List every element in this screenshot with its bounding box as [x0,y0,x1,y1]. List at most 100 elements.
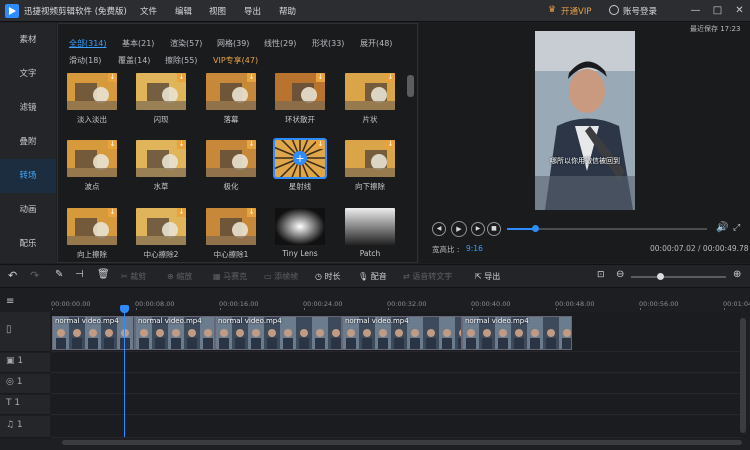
aspect-ratio-value[interactable]: 9:16 [466,244,483,253]
pip-track-header: ▣ 1 [0,353,50,373]
volume-icon[interactable]: 🔊 [716,222,728,233]
download-icon[interactable]: ↓ [177,140,186,149]
transition-thumb-wipe-down[interactable]: ↓ [345,140,395,177]
delete-icon[interactable]: 🗑 [97,269,110,280]
video-clip[interactable]: normal video.mp4 [215,316,342,350]
transition-thumb-fade[interactable]: ↓ [67,73,117,110]
sidebar-item-animation[interactable]: 动画 [0,193,56,227]
download-icon[interactable]: ↓ [316,140,325,149]
video-clip[interactable]: normal video.mp4 [52,316,135,350]
tab-cover[interactable]: 覆盖(14) [118,55,150,66]
transition-thumb-ring[interactable]: ↓ [275,73,325,110]
download-icon[interactable]: ↓ [247,73,256,82]
download-icon[interactable]: ↓ [108,140,117,149]
transition-thumb-center-wipe[interactable]: ↓ [206,208,256,245]
timeline-horizontal-scrollbar[interactable] [62,440,742,445]
video-clip[interactable]: normal video.mp4 [342,316,462,350]
timeline-zoom-slider[interactable] [631,276,726,278]
menu-help[interactable]: 帮助 [279,5,296,17]
vip-button[interactable]: 开通VIP [561,5,591,17]
tab-expand[interactable]: 展开(48) [360,38,392,49]
edit-icon[interactable]: ✎ [55,269,63,280]
speech-to-text-button[interactable]: ⇄ 语音转文字 [403,271,452,282]
split-icon[interactable]: ⊣ [75,269,84,280]
ruler-tick-label: 00:00:16.00 [219,300,259,308]
download-icon[interactable]: ↓ [177,208,186,217]
menu-file[interactable]: 文件 [140,5,157,17]
video-clip[interactable]: normal video.mp4 [462,316,572,350]
add-frame-button[interactable]: ▭ 添帧帧 [264,271,298,282]
overlay-track[interactable] [51,374,741,394]
download-icon[interactable]: ↓ [108,208,117,217]
transition-thumb-shard[interactable]: ↓ [345,73,395,110]
prev-frame-button[interactable]: ◀ [432,222,446,236]
preview-seek-knob[interactable] [532,225,539,232]
panel-scrollbar[interactable] [407,75,414,97]
close-icon[interactable]: ✕ [733,4,746,17]
pip-track[interactable] [51,353,741,373]
tab-render[interactable]: 渲染(57) [170,38,202,49]
tracks-vertical-scrollbar[interactable] [740,318,746,433]
menu-edit[interactable]: 编辑 [175,5,192,17]
transition-thumb-center-wipe[interactable]: ↓ [136,208,186,245]
playhead[interactable] [124,305,125,437]
download-icon[interactable]: ↓ [386,73,395,82]
tab-wipe[interactable]: 擦除(55) [165,55,197,66]
stop-button[interactable]: ■ [487,222,501,236]
video-clip[interactable]: normal video.mp4 [135,316,215,350]
duration-button[interactable]: ◷ 时长 [315,271,341,282]
tab-all[interactable]: 全部(314) [69,38,107,49]
tab-shape[interactable]: 形状(33) [312,38,344,49]
music-track[interactable] [51,416,741,438]
transition-label: 向上擦除 [77,250,107,259]
fit-timeline-icon[interactable]: ⊡ [597,270,605,280]
text-track[interactable] [51,395,741,415]
sidebar-item-text[interactable]: 文字 [0,57,56,91]
transition-thumb-lens[interactable] [275,208,325,245]
download-icon[interactable]: ↓ [386,140,395,149]
tab-slide[interactable]: 滑动(18) [69,55,101,66]
download-icon[interactable]: ↓ [177,73,186,82]
export-button[interactable]: ⇱ 导出 [475,271,500,282]
sidebar-item-transitions[interactable]: 转场 [0,159,56,193]
download-icon[interactable]: ↓ [316,73,325,82]
transition-thumb-flash[interactable]: ↓ [136,73,186,110]
zoom-button[interactable]: ⊕ 缩放 [167,271,192,282]
mosaic-button[interactable]: ▦ 马赛克 [213,271,247,282]
tab-basic[interactable]: 基本(21) [122,38,154,49]
minimize-icon[interactable]: — [689,4,702,17]
download-icon[interactable]: ↓ [247,140,256,149]
transition-thumb-polar[interactable]: ↓ [206,140,256,177]
tab-linear[interactable]: 线性(29) [264,38,296,49]
menu-view[interactable]: 视图 [209,5,226,17]
maximize-icon[interactable]: □ [711,4,724,17]
transition-thumb-weed[interactable]: ↓ [136,140,186,177]
download-icon[interactable]: ↓ [108,73,117,82]
redo-icon[interactable]: ↷ [30,269,39,282]
sidebar-item-filters[interactable]: 滤镜 [0,91,56,125]
sidebar-item-media[interactable]: 素材 [0,23,56,57]
sidebar-item-overlays[interactable]: 叠附 [0,125,56,159]
add-track-icon[interactable]: ≡ [6,296,14,307]
tab-grid[interactable]: 网格(39) [217,38,249,49]
sidebar-item-music[interactable]: 配乐 [0,227,56,261]
zoom-in-icon[interactable]: ⊕ [733,269,741,280]
transition-thumb-curtain[interactable]: ↓ [206,73,256,110]
play-button[interactable]: ▶ [451,221,467,237]
dub-button[interactable]: 🎙 配音 [358,271,387,282]
next-frame-button[interactable]: ▶ [471,222,485,236]
transition-thumb-star-rays[interactable]: + ↓ [273,138,327,179]
transition-thumb-patch[interactable] [345,208,395,245]
download-icon[interactable]: ↓ [247,208,256,217]
login-button[interactable]: 账号登录 [623,5,657,17]
undo-icon[interactable]: ↶ [8,269,17,282]
transition-thumb-wipe-up[interactable]: ↓ [67,208,117,245]
zoom-out-icon[interactable]: ⊖ [616,269,624,280]
crop-button[interactable]: ✂ 裁剪 [121,271,146,282]
timeline-zoom-knob[interactable] [657,273,664,280]
menu-export[interactable]: 导出 [244,5,261,17]
fullscreen-icon[interactable]: ⤢ [733,223,740,233]
tab-vip[interactable]: VIP专享(47) [213,55,258,66]
transition-thumb-dots[interactable]: ↓ [67,140,117,177]
timeline-ruler[interactable] [0,289,750,310]
